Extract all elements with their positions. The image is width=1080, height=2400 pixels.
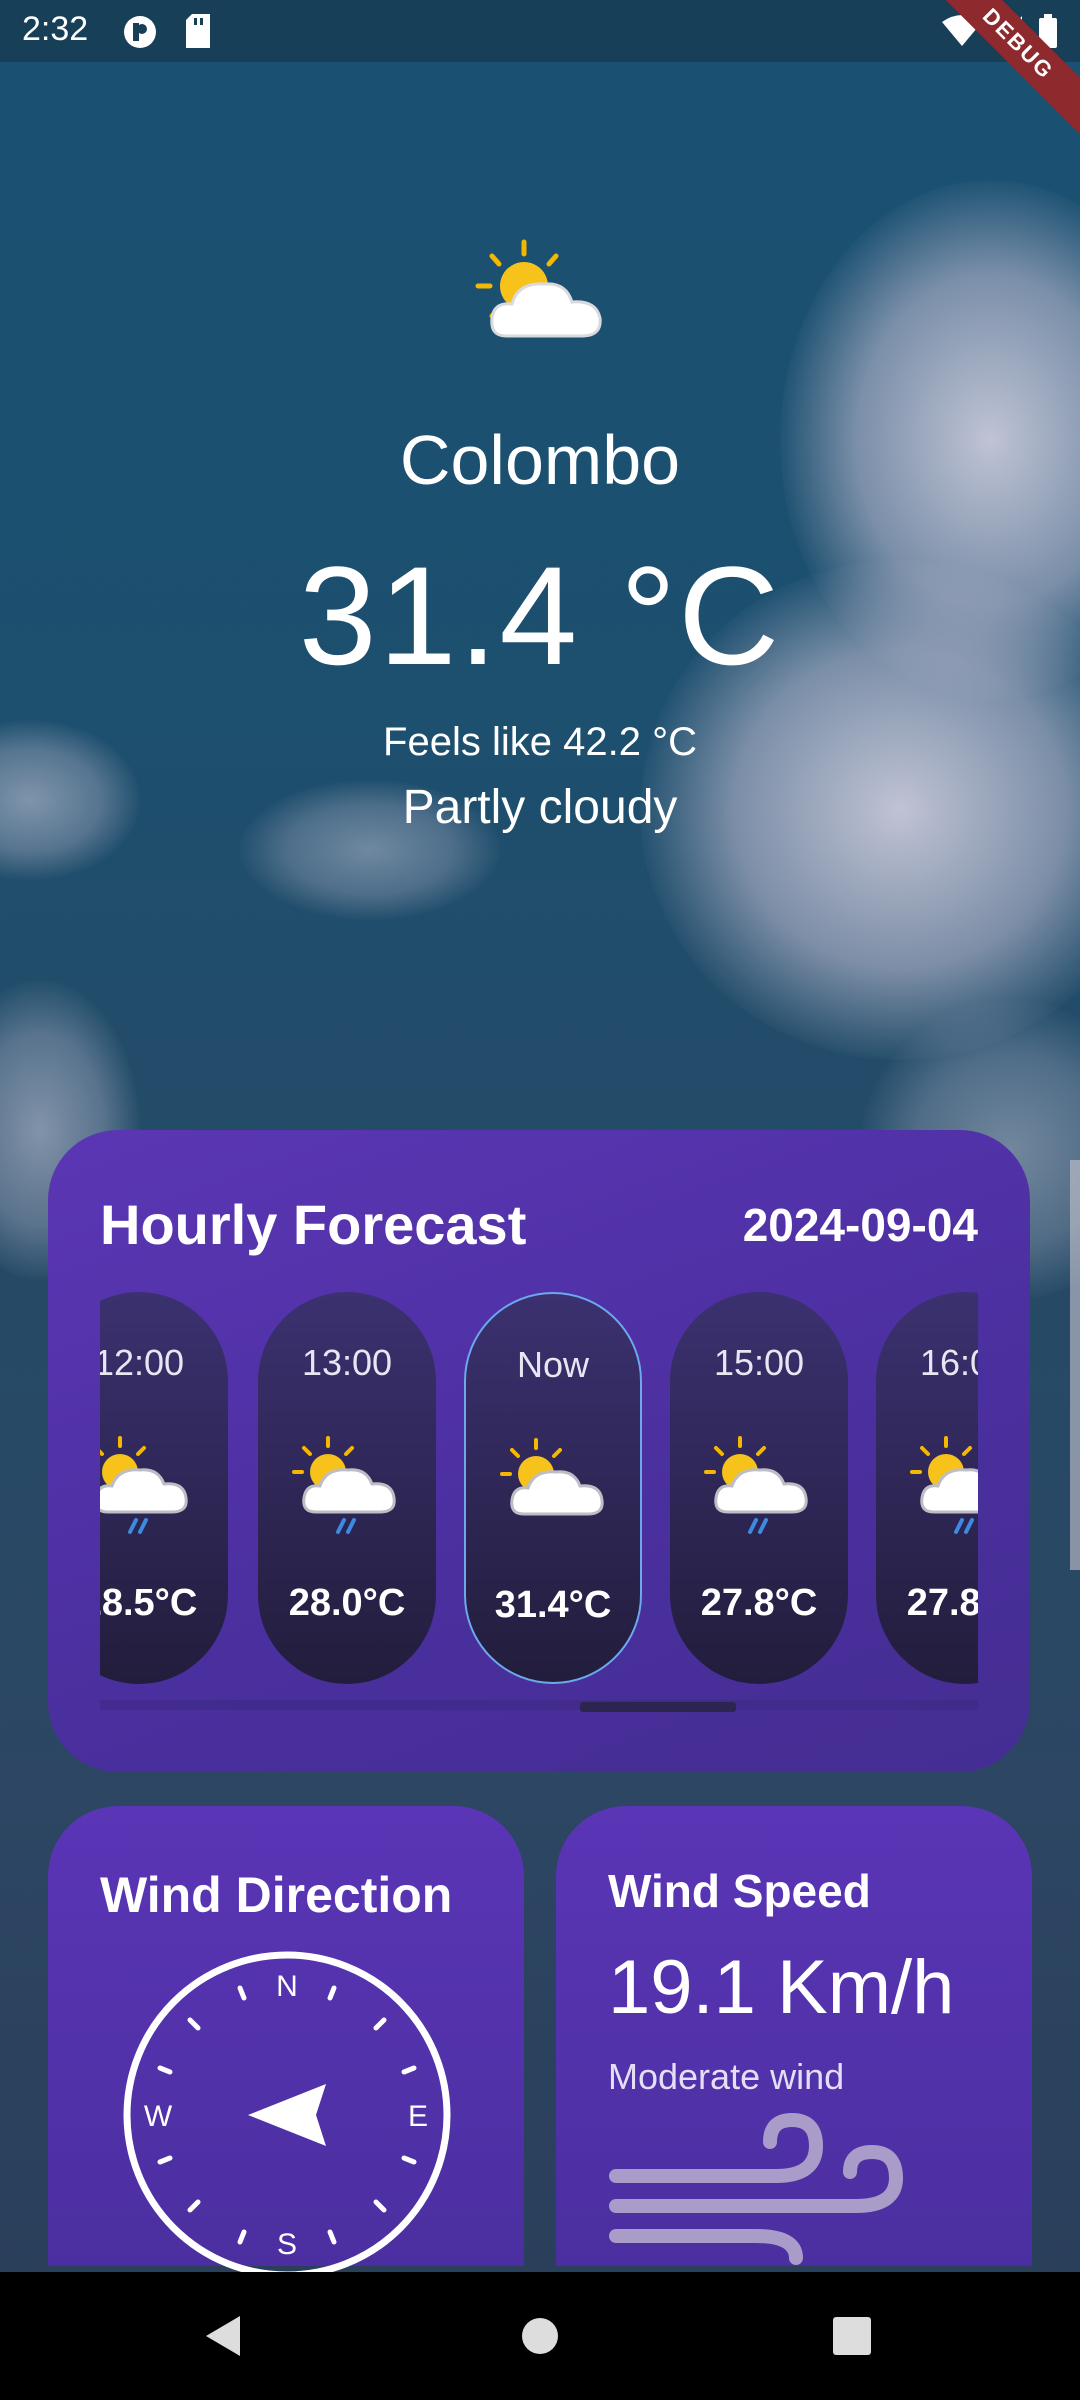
wind-direction-card: Wind Direction N E S W xyxy=(48,1806,524,2279)
sd-card-icon xyxy=(186,14,210,48)
wind-direction-arrow-icon xyxy=(248,2084,326,2146)
compass-north-label: N xyxy=(276,1970,298,2003)
hour-time: 12:00 xyxy=(100,1342,185,1383)
app-notification-icon xyxy=(124,16,156,48)
partly-cloudy-rain-icon xyxy=(704,1436,808,1534)
status-bar: 2:32 DEBUG xyxy=(0,0,1080,143)
current-temperature: 31.4 °C xyxy=(298,537,782,694)
hour-time: 15:00 xyxy=(713,1342,805,1383)
wind-direction-title: Wind Direction xyxy=(100,1867,453,1923)
hourly-item[interactable]: 13:00 28.0°C xyxy=(258,1292,436,1684)
hour-time: 13:00 xyxy=(301,1342,393,1383)
wind-speed-title: Wind Speed xyxy=(608,1865,871,1917)
compass-west-label: W xyxy=(144,2100,173,2133)
hourly-scrollbar-thumb[interactable] xyxy=(580,1702,736,1712)
hour-temperature: 28.0°C xyxy=(288,1582,406,1624)
hour-temperature: 27.8°C xyxy=(906,1582,978,1624)
home-icon[interactable] xyxy=(514,2310,566,2362)
recents-icon[interactable] xyxy=(826,2310,878,2362)
hour-time: 16:00 xyxy=(919,1342,978,1383)
wind-speed-card: Wind Speed 19.1 Km/h Moderate wind xyxy=(556,1806,1032,2266)
hourly-forecast-title: Hourly Forecast xyxy=(100,1193,527,1256)
hour-time: Now xyxy=(516,1344,590,1385)
compass-icon: N E S W xyxy=(123,1951,451,2279)
feels-like-text: Feels like 42.2 °C xyxy=(383,720,697,764)
hour-temperature: 31.4°C xyxy=(494,1584,612,1626)
hour-temperature: 27.8°C xyxy=(700,1582,818,1624)
wind-speed-value: 19.1 Km/h xyxy=(608,1945,955,2030)
compass-south-label: S xyxy=(277,2228,297,2261)
partly-cloudy-icon xyxy=(500,1438,604,1516)
wind-icon xyxy=(609,2112,904,2265)
page-scrollbar[interactable] xyxy=(1070,1160,1080,1570)
condition-text: Partly cloudy xyxy=(402,781,678,834)
wind-speed-description: Moderate wind xyxy=(608,2056,845,2097)
hourly-item[interactable]: 16:00 27.8°C xyxy=(876,1292,978,1684)
hourly-scrollbar-track xyxy=(100,1700,978,1710)
hourly-item-now[interactable]: Now 31.4°C xyxy=(464,1292,642,1684)
partly-cloudy-icon xyxy=(475,239,602,338)
back-icon[interactable] xyxy=(200,2310,252,2362)
partly-cloudy-rain-icon xyxy=(100,1436,188,1534)
hourly-forecast-card: Hourly Forecast 2024-09-04 12:00 28.5°C … xyxy=(48,1130,1030,1772)
hourly-forecast-list[interactable]: 12:00 28.5°C 13:00 28.0°C Now xyxy=(100,1292,978,1712)
status-time: 2:32 xyxy=(22,10,89,48)
city-name: Colombo xyxy=(399,421,681,499)
partly-cloudy-rain-icon xyxy=(292,1436,396,1534)
hourly-item[interactable]: 12:00 28.5°C xyxy=(100,1292,228,1684)
hourly-item[interactable]: 15:00 27.8°C xyxy=(670,1292,848,1684)
hour-temperature: 28.5°C xyxy=(100,1582,198,1624)
compass-east-label: E xyxy=(408,2100,428,2133)
partly-cloudy-rain-icon xyxy=(910,1436,978,1534)
hourly-forecast-date: 2024-09-04 xyxy=(742,1199,978,1251)
navigation-bar xyxy=(0,2272,1080,2400)
